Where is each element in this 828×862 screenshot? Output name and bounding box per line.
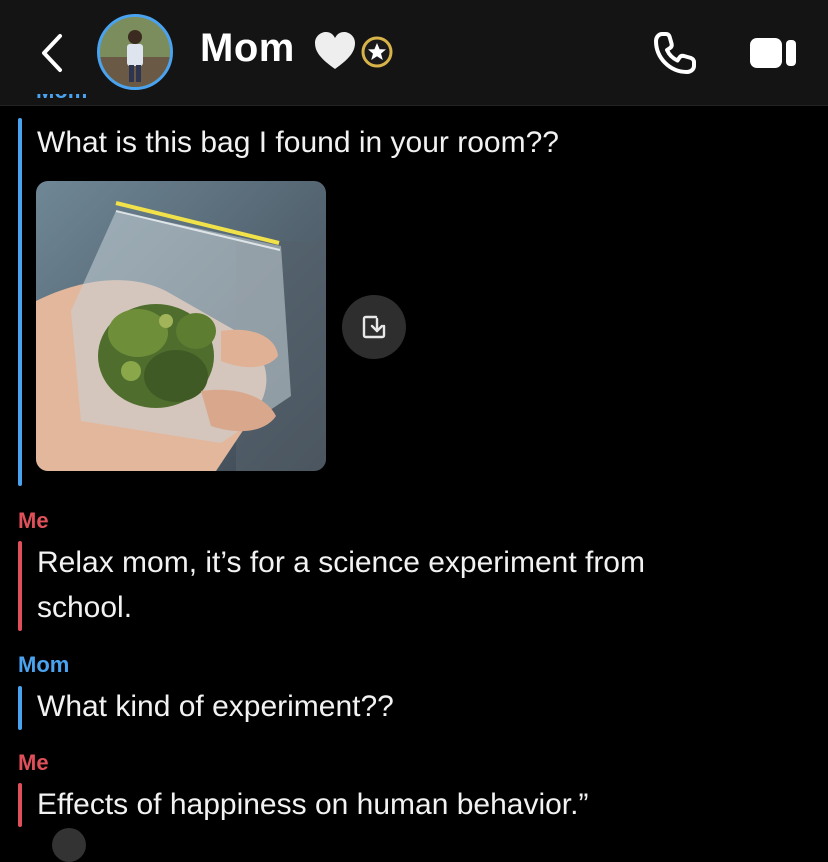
save-to-chat-button[interactable] — [342, 295, 406, 359]
video-camera-icon[interactable] — [748, 36, 798, 70]
message-line: school. — [37, 591, 133, 624]
sender-label-mom: Mom — [18, 652, 70, 677]
chevron-left-icon — [42, 34, 62, 72]
chat-title[interactable]: Mom — [200, 26, 295, 71]
photo-attachment[interactable] — [36, 181, 326, 471]
star-badge-icon — [361, 36, 393, 68]
message-text: Relax mom, it’s for a science experiment… — [37, 540, 645, 630]
bitmoji-avatar-partial — [52, 828, 86, 862]
save-download-icon — [362, 315, 386, 339]
bag-photo-image — [36, 181, 326, 471]
message-line: Relax mom, it’s for a science experiment… — [37, 546, 645, 579]
chat-header: Mom — [0, 0, 828, 106]
white-heart-icon — [315, 32, 355, 69]
avatar-person-image — [100, 17, 170, 87]
message-bar-mom — [18, 118, 22, 486]
sender-label-me: Me — [18, 508, 49, 533]
message-bar-me — [18, 541, 22, 631]
message-text: What kind of experiment?? — [37, 690, 394, 723]
message-bar-me — [18, 783, 22, 827]
sender-label-mom-clipped: Mom — [36, 94, 87, 106]
message-bar-mom — [18, 686, 22, 730]
phone-icon[interactable] — [652, 30, 698, 76]
message-text: Effects of happiness on human behavior.” — [37, 788, 589, 821]
back-button[interactable] — [30, 28, 74, 78]
sender-label-me: Me — [18, 750, 49, 775]
avatar[interactable] — [97, 14, 173, 90]
message-text: What is this bag I found in your room?? — [37, 126, 559, 159]
